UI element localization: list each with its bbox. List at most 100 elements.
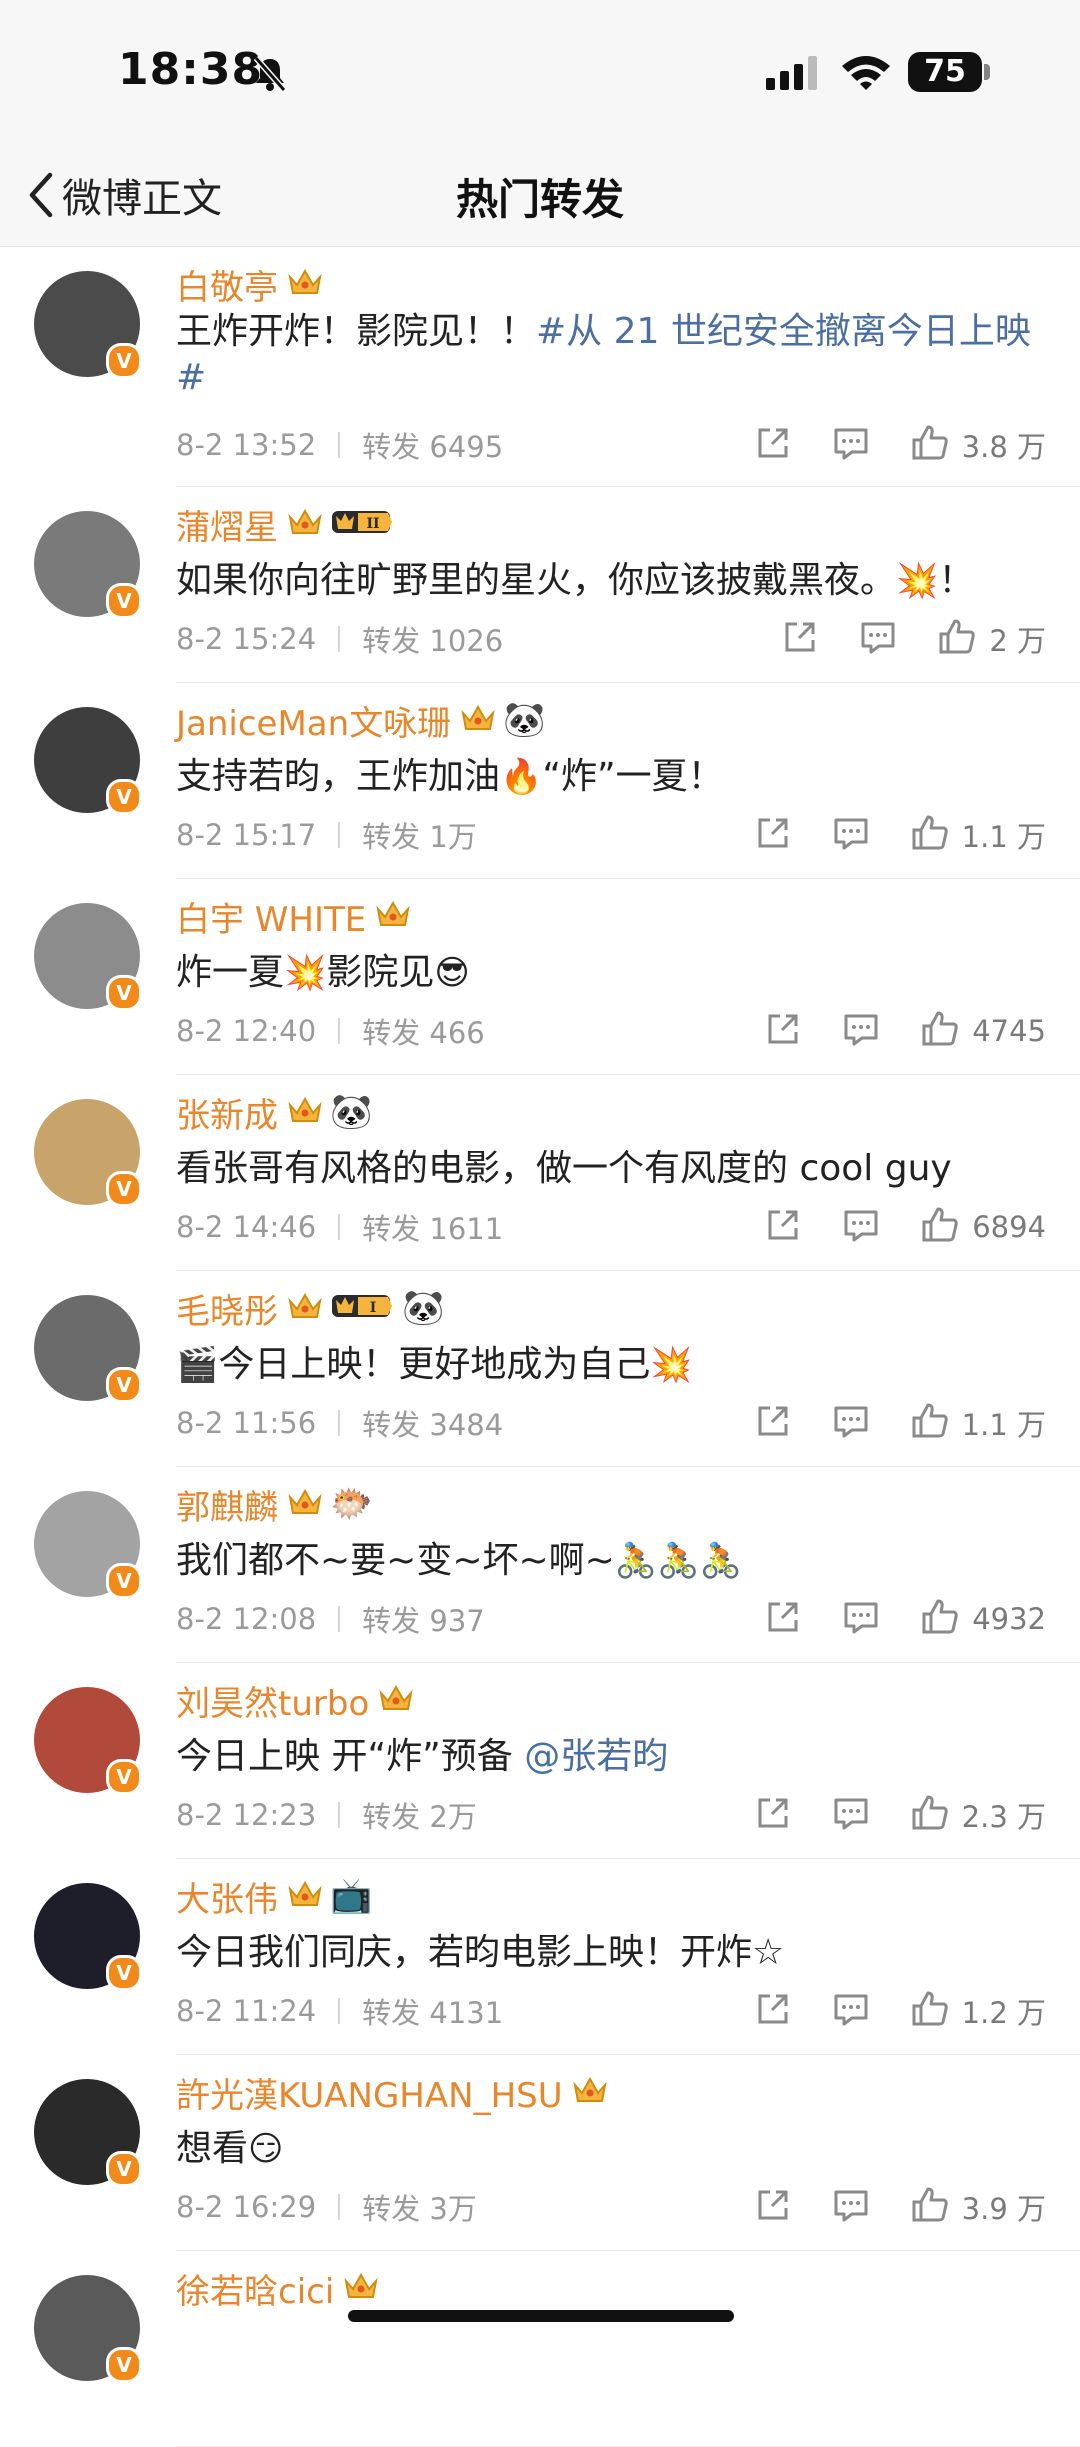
post-content: 我们都不~要~变~坏~啊~🚴🚴🚴 xyxy=(176,1535,1056,1587)
like-count: 3.8 万 xyxy=(961,430,1046,464)
post-meta: 8-2 12:23 转发 2万 xyxy=(176,1793,477,1837)
like-icon[interactable] xyxy=(910,813,950,857)
user-name[interactable]: 許光漢KUANGHAN_HSU xyxy=(176,2068,563,2117)
like-count: 1.2 万 xyxy=(961,1996,1046,2030)
like-count: 2.3 万 xyxy=(961,1800,1046,1834)
post-content: 🎬今日上映！更好地成为自己💥 xyxy=(176,1339,1056,1391)
user-name[interactable]: 蒲熠星 xyxy=(176,500,278,549)
crown-icon xyxy=(379,1683,413,1717)
share-icon[interactable] xyxy=(781,618,819,660)
repost-item[interactable]: V 张新成 🐼 看张哥有风格的电影，做一个有风度的 cool guy 8-2 14:46… xyxy=(0,1075,1080,1271)
comment-icon[interactable] xyxy=(859,618,897,660)
user-name[interactable]: 郭麒麟 xyxy=(176,1480,278,1529)
post-actions: 3.8 万 xyxy=(714,421,1046,469)
content-emoji: 💥 xyxy=(284,953,327,993)
share-icon[interactable] xyxy=(754,1402,792,1444)
comment-icon[interactable] xyxy=(842,1598,880,1640)
user-name[interactable]: 徐若晗cici xyxy=(176,2264,334,2313)
share-icon[interactable] xyxy=(754,1990,792,2032)
like-count: 4745 xyxy=(972,1014,1046,1048)
repost-count: 转发 1万 xyxy=(362,820,477,854)
repost-item[interactable]: V 大张伟 📺 今日我们同庆，若昀电影上映！开炸☆ 8-2 11:24 转发 4131 1.… xyxy=(0,1859,1080,2055)
like-count: 2 万 xyxy=(989,624,1046,658)
content-link[interactable]: @张若昀 xyxy=(524,1736,668,1777)
repost-item[interactable]: V 白宇 WHITE 炸一夏💥影院见😎 8-2 12:40 转发 466 4745 xyxy=(0,879,1080,1075)
post-text: 看张哥有风格的电影，做一个有风度的 cool guy xyxy=(176,1148,952,1189)
post-text-suffix: 影院见 xyxy=(326,952,435,993)
post-meta: 8-2 12:08 转发 937 xyxy=(176,1597,485,1641)
comment-icon[interactable] xyxy=(832,2186,870,2228)
share-icon[interactable] xyxy=(764,1206,802,1248)
meta-divider xyxy=(338,1214,341,1240)
user-name[interactable]: 张新成 xyxy=(176,1088,278,1137)
content-emoji: 🚴🚴🚴 xyxy=(614,1541,742,1581)
post-time: 8-2 11:24 xyxy=(176,1994,317,2028)
like-icon[interactable] xyxy=(910,1989,950,2033)
repost-item[interactable]: V 徐若晗cici xyxy=(0,2251,1080,2447)
post-meta: 8-2 15:17 转发 1万 xyxy=(176,813,477,857)
repost-item[interactable]: V 郭麒麟 🐡 我们都不~要~变~坏~啊~🚴🚴🚴 8-2 12:08 转发 937 4932 xyxy=(0,1467,1080,1663)
name-row: JaniceMan文咏珊 🐼 xyxy=(176,696,546,745)
comment-icon[interactable] xyxy=(842,1206,880,1248)
battery-tip xyxy=(984,64,990,80)
user-name[interactable]: 刘昊然turbo xyxy=(176,1676,369,1725)
post-content: 想看😏 xyxy=(176,2123,1056,2175)
user-name[interactable]: 白敬亭 xyxy=(176,260,278,309)
page-title: 热门转发 xyxy=(455,175,624,224)
content-emoji: 💥 xyxy=(896,561,939,601)
repost-item[interactable]: V 刘昊然turbo 今日上映 开“炸”预备 @张若昀 8-2 12:23 转发 2万 2… xyxy=(0,1663,1080,1859)
post-meta: 8-2 14:46 转发 1611 xyxy=(176,1205,503,1249)
badge-emoji: 🐼 xyxy=(402,1288,445,1328)
like-icon[interactable] xyxy=(937,617,977,661)
verified-badge-icon: V xyxy=(106,1759,142,1795)
post-content: 如果你向往旷野里的星火，你应该披戴黑夜。💥！ xyxy=(176,555,1056,607)
user-name[interactable]: 毛晓彤 xyxy=(176,1284,278,1333)
share-icon[interactable] xyxy=(754,2186,792,2228)
repost-item[interactable]: V 白敬亭 王炸开炸！影院见！！#从 21 世纪安全撤离今日上映# 8-2 13:52… xyxy=(0,247,1080,487)
comment-icon[interactable] xyxy=(842,1010,880,1052)
home-indicator xyxy=(348,2310,734,2322)
post-content: 王炸开炸！影院见！！#从 21 世纪安全撤离今日上映# xyxy=(176,309,1036,401)
repost-item[interactable]: V 毛晓彤 I 🐼 🎬今日上映！更好地成为自己💥 8-2 11:56 转发 3484 1.1 … xyxy=(0,1271,1080,1467)
repost-item[interactable]: V JaniceMan文咏珊 🐼 支持若昀，王炸加油🔥“炸”一夏！ 8-2 15:17 转… xyxy=(0,683,1080,879)
like-count: 3.9 万 xyxy=(961,2192,1046,2226)
share-icon[interactable] xyxy=(754,1794,792,1836)
post-actions: 2.3 万 xyxy=(714,1791,1046,1839)
crown-icon xyxy=(288,1879,322,1913)
svg-text:II: II xyxy=(366,516,379,532)
comment-icon[interactable] xyxy=(832,1990,870,2032)
like-icon[interactable] xyxy=(920,1205,960,1249)
like-icon[interactable] xyxy=(920,1009,960,1053)
comment-icon[interactable] xyxy=(832,1794,870,1836)
post-text: 支持若昀，王炸加油 xyxy=(176,756,501,797)
like-icon[interactable] xyxy=(910,1793,950,1837)
share-icon[interactable] xyxy=(764,1598,802,1640)
repost-count: 转发 4131 xyxy=(362,1996,504,2030)
repost-item[interactable]: V 許光漢KUANGHAN_HSU 想看😏 8-2 16:29 转发 3万 3.9 万 xyxy=(0,2055,1080,2251)
post-meta: 8-2 13:52 转发 6495 xyxy=(176,423,503,467)
share-icon[interactable] xyxy=(754,814,792,856)
comment-icon[interactable] xyxy=(832,1402,870,1444)
post-time: 8-2 12:40 xyxy=(176,1014,317,1048)
user-name[interactable]: 白宇 WHITE xyxy=(176,892,366,941)
verified-badge-icon: V xyxy=(106,343,142,379)
user-name[interactable]: 大张伟 xyxy=(176,1872,278,1921)
content-emoji: 🔥 xyxy=(500,757,543,797)
repost-count: 转发 1026 xyxy=(362,624,504,658)
wifi-icon xyxy=(842,56,890,90)
comment-icon[interactable] xyxy=(832,424,870,466)
content-emoji: 😏 xyxy=(248,2129,284,2169)
share-icon[interactable] xyxy=(754,424,792,466)
repost-count: 转发 3484 xyxy=(362,1408,504,1442)
user-name[interactable]: JaniceMan文咏珊 xyxy=(176,696,451,745)
like-icon[interactable] xyxy=(910,2185,950,2229)
crown-icon xyxy=(288,1291,322,1325)
like-icon[interactable] xyxy=(910,423,950,467)
post-text-suffix: ！ xyxy=(938,560,975,601)
repost-item[interactable]: V 蒲熠星 II 如果你向往旷野里的星火，你应该披戴黑夜。💥！ 8-2 15:24 转发 … xyxy=(0,487,1080,683)
share-icon[interactable] xyxy=(764,1010,802,1052)
comment-icon[interactable] xyxy=(832,814,870,856)
post-text: 我们都不~要~变~坏~啊~ xyxy=(176,1540,615,1581)
like-icon[interactable] xyxy=(920,1597,960,1641)
like-icon[interactable] xyxy=(910,1401,950,1445)
